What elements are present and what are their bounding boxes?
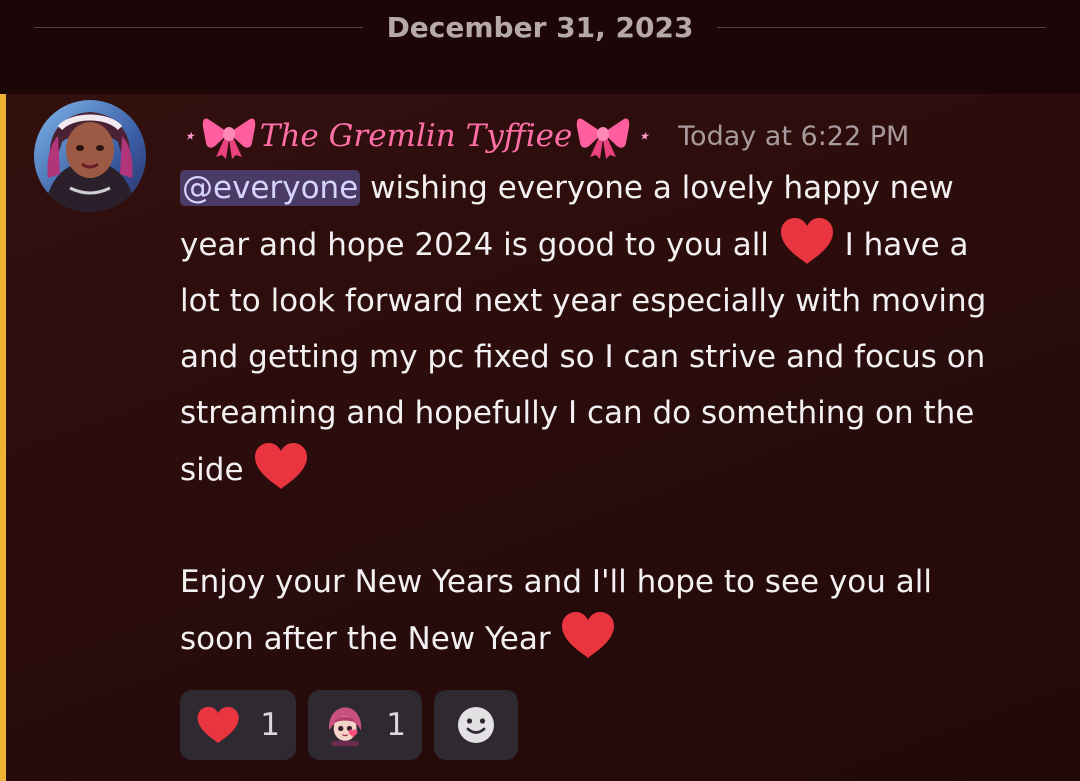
message-timestamp[interactable]: Today at 6:22 PM <box>678 121 909 152</box>
username-text: The Gremlin Tyffiee <box>259 118 573 154</box>
message-line: Enjoy your New Years and I'll hope to se… <box>180 564 932 600</box>
message-text: side <box>180 452 254 488</box>
divider-line-left <box>34 26 363 28</box>
heart-emoji-icon <box>562 612 615 658</box>
username[interactable]: ⋆ The Gremlin Tyffiee ⋆ <box>180 113 652 159</box>
chat-view: December 31, 2023 ⋆ The Gremlin Tyffiee … <box>0 0 1080 781</box>
heart-emoji-icon <box>255 443 308 489</box>
message-text: wishing everyone a lovely happy new <box>360 170 954 206</box>
star-icon: ⋆ <box>182 123 196 149</box>
message-text: year and hope 2024 is good to you all <box>180 227 779 263</box>
smiley-add-reaction-icon <box>458 707 494 743</box>
ribbon-bow-icon <box>202 118 256 159</box>
message-line: lot to look forward next year especially… <box>180 283 987 319</box>
custom-avatar-emoji-icon <box>329 707 362 747</box>
message-line: soon after the New Year <box>180 610 1060 667</box>
message-header: ⋆ The Gremlin Tyffiee ⋆ Today at 6:22 PM <box>180 106 909 166</box>
divider-date: December 31, 2023 <box>386 10 694 44</box>
ribbon-bow-icon <box>577 118 630 159</box>
divider-line-right <box>717 26 1046 28</box>
reaction-count: 1 <box>386 707 406 743</box>
message-line: streaming and hopefully I can do somethi… <box>180 395 975 431</box>
message-line: @everyone wishing everyone a lovely happ… <box>180 160 1060 216</box>
reaction-heart[interactable]: 1 <box>180 690 296 760</box>
add-reaction-button[interactable] <box>434 690 518 760</box>
reaction-count: 1 <box>260 707 280 743</box>
mention-highlight-bar <box>0 94 6 781</box>
reaction-custom-emoji[interactable]: 1 <box>308 690 422 760</box>
date-divider: December 31, 2023 <box>34 0 1046 54</box>
message[interactable]: ⋆ The Gremlin Tyffiee ⋆ Today at 6:22 PM… <box>0 94 1080 781</box>
message-text: soon after the New Year <box>180 621 561 657</box>
everyone-mention[interactable]: @everyone <box>180 170 361 206</box>
star-icon: ⋆ <box>636 123 651 149</box>
message-line: and getting my pc fixed so I can strive … <box>180 339 986 375</box>
message-line: side <box>180 441 1060 498</box>
reactions-bar: 1 1 <box>180 690 518 760</box>
heart-emoji-icon <box>780 218 833 264</box>
heart-emoji-icon <box>197 706 239 744</box>
message-line: year and hope 2024 is good to you all I … <box>180 216 1060 273</box>
message-text: I have a <box>834 227 969 263</box>
message-content: @everyone wishing everyone a lovely happ… <box>180 160 1060 667</box>
avatar[interactable] <box>34 100 146 212</box>
